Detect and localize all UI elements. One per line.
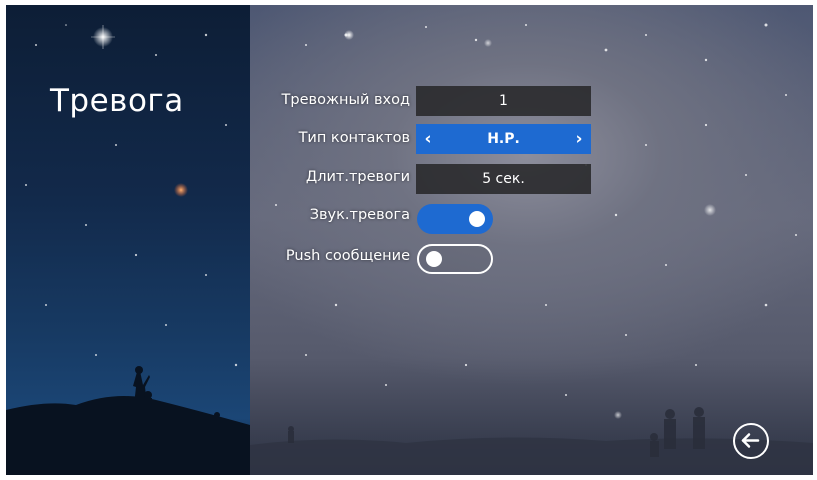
page-title: Тревога (50, 83, 184, 119)
back-arrow-icon (741, 433, 760, 448)
toggle-knob (426, 251, 442, 267)
contact-type-value: Н.Р. (487, 131, 520, 147)
toggle-knob (469, 211, 485, 227)
left-panel-stars (6, 24, 250, 475)
contact-type-selector[interactable]: ‹ Н.Р. › (416, 124, 591, 154)
title-panel: Тревога (6, 5, 250, 475)
alarm-sound-toggle[interactable] (417, 204, 493, 234)
alarm-input-field[interactable]: 1 (416, 86, 591, 116)
alarm-duration-value: 5 сек. (482, 171, 525, 187)
contact-type-label: Тип контактов (298, 130, 410, 146)
alarm-input-label: Тревожный вход (281, 92, 410, 108)
chevron-right-icon[interactable]: › (569, 124, 589, 154)
chevron-left-icon[interactable]: ‹ (418, 124, 438, 154)
push-message-toggle[interactable] (417, 244, 493, 274)
alarm-duration-field[interactable]: 5 сек. (416, 164, 591, 194)
screen: Тревога Тревожный вход 1 Тип контактов ‹… (6, 5, 813, 475)
back-button[interactable] (733, 423, 769, 459)
alarm-sound-label: Звук.тревога (309, 207, 410, 223)
push-message-label: Push сообщение (285, 248, 410, 264)
alarm-input-value: 1 (499, 93, 508, 109)
alarm-duration-label: Длит.тревоги (305, 169, 410, 185)
